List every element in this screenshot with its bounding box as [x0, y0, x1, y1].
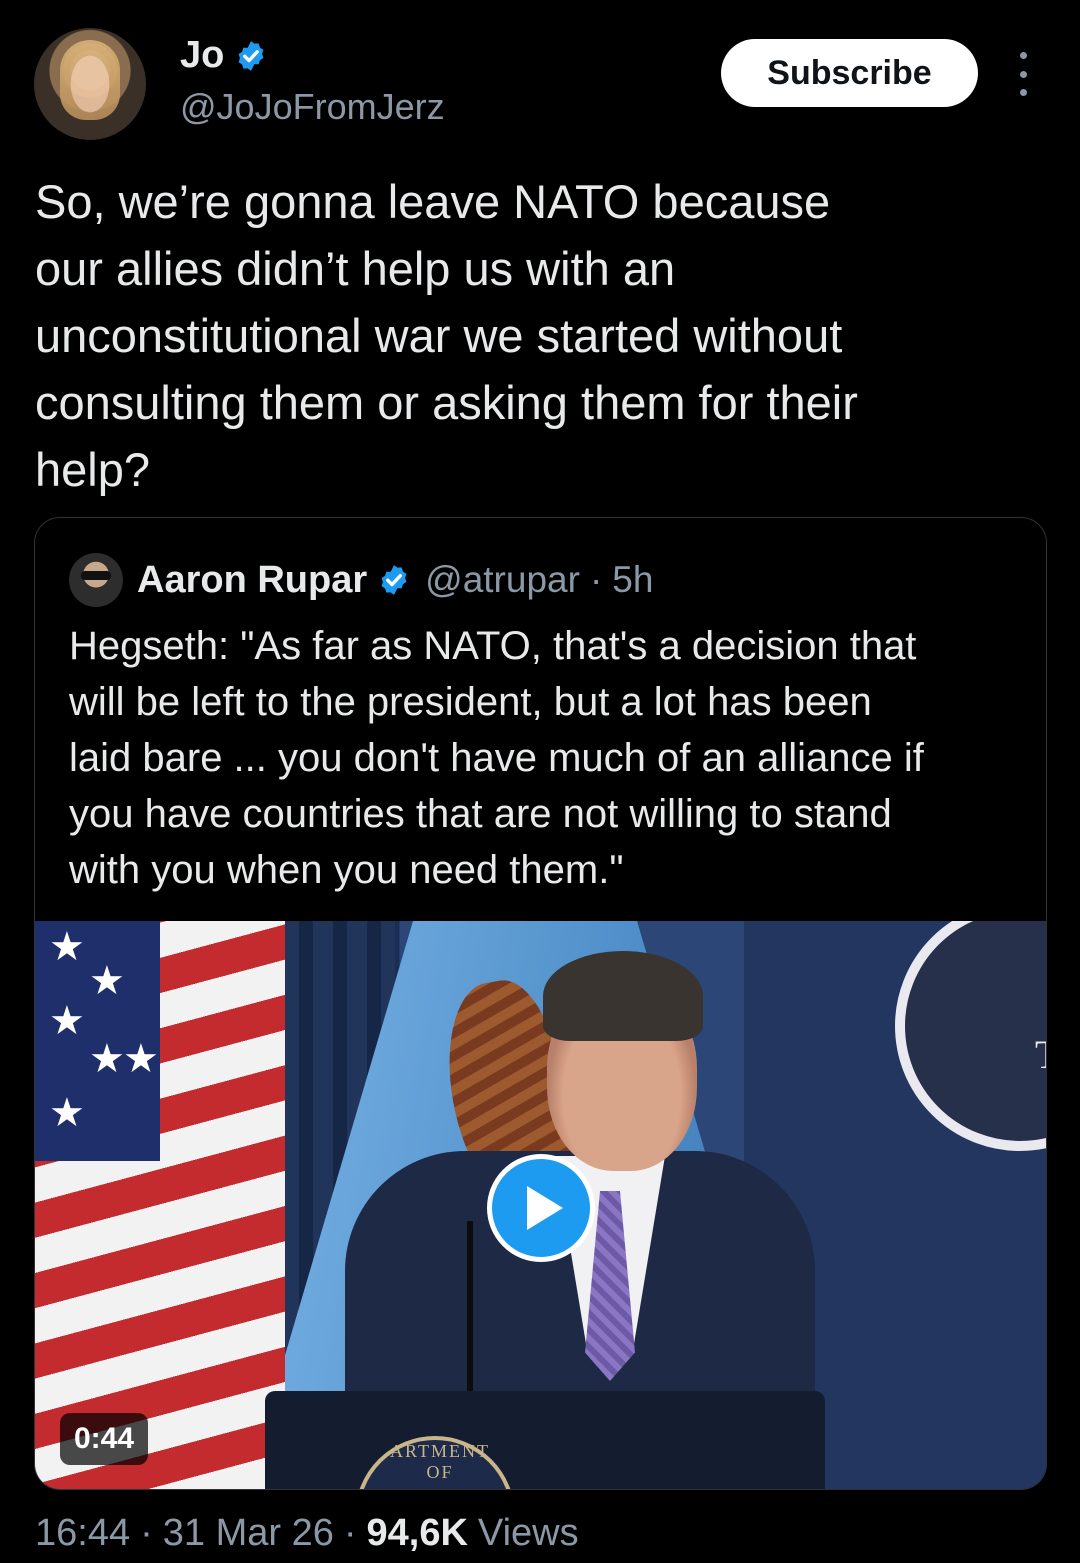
- more-vertical-icon[interactable]: [1006, 52, 1040, 96]
- verified-badge-icon: [238, 40, 264, 71]
- tweet-text-line: So, we’re gonna leave NATO because: [35, 175, 831, 228]
- quoted-author-avatar[interactable]: [69, 553, 123, 607]
- tweet-header: Jo @JoJoFromJerz Subscribe: [0, 0, 1080, 150]
- play-icon: [527, 1186, 563, 1230]
- podium: [265, 1391, 825, 1489]
- wall-seal-text: T: [1035, 1031, 1046, 1078]
- tweet-text-line: consulting them or asking them for their: [35, 376, 858, 429]
- quoted-author-name[interactable]: Aaron Rupar: [137, 559, 367, 602]
- video-player[interactable]: T ★ ★ ★ ★ ★ ★ ARTMENT OF 0:44: [35, 921, 1046, 1489]
- quoted-tweet-header: Aaron Rupar @atrupar · 5h: [69, 552, 653, 608]
- author-handle[interactable]: @JoJoFromJerz: [180, 86, 445, 128]
- separator-dot: ·: [140, 1512, 153, 1554]
- views-count[interactable]: 94,6K: [367, 1512, 468, 1555]
- quoted-text-line: will be left to the president, but a lot…: [69, 680, 872, 724]
- video-duration-badge: 0:44: [60, 1413, 149, 1465]
- separator-dot: ·: [589, 559, 603, 600]
- tweet-text-line: unconstitutional war we started without: [35, 309, 843, 362]
- speaker-hair: [543, 951, 703, 1041]
- tweet-text-line: help?: [35, 443, 150, 496]
- star-icon: ★: [49, 1091, 85, 1135]
- star-icon: ★: [49, 925, 85, 969]
- quoted-text-line: laid bare ... you don't have much of an …: [69, 736, 924, 780]
- subscribe-button[interactable]: Subscribe: [721, 39, 978, 107]
- author-avatar[interactable]: [34, 28, 146, 140]
- quoted-text-line: you have countries that are not willing …: [69, 792, 892, 836]
- tweet-text: So, we’re gonna leave NATO because our a…: [35, 168, 1035, 503]
- star-icon: ★: [49, 999, 85, 1043]
- author-name-row: Jo: [180, 34, 268, 77]
- tweet-meta: 16:44 · 31 Mar 26 · 94,6K Views: [35, 1512, 579, 1555]
- star-icon: ★: [123, 1037, 159, 1081]
- author-name[interactable]: Jo: [180, 34, 224, 77]
- quoted-tweet-time[interactable]: 5h: [612, 559, 653, 601]
- play-button[interactable]: [487, 1154, 595, 1262]
- quoted-tweet-text: Hegseth: "As far as NATO, that's a decis…: [69, 618, 1019, 898]
- views-label: Views: [477, 1512, 579, 1554]
- quoted-text-line: Hegseth: "As far as NATO, that's a decis…: [69, 624, 917, 668]
- star-icon: ★: [89, 1037, 125, 1081]
- quoted-tweet-card[interactable]: Aaron Rupar @atrupar · 5h Hegseth: "As f…: [34, 517, 1047, 1490]
- tweet-text-line: our allies didn’t help us with an: [35, 242, 676, 295]
- separator-dot: ·: [343, 1512, 357, 1554]
- podium-seal-text: ARTMENT OF: [390, 1441, 490, 1482]
- quoted-text-line: with you when you need them.": [69, 848, 624, 892]
- quoted-author-handle[interactable]: @atrupar: [425, 559, 580, 601]
- star-icon: ★: [89, 959, 125, 1003]
- tweet-time[interactable]: 16:44: [35, 1512, 130, 1555]
- verified-badge-icon: [381, 565, 407, 595]
- tweet-date[interactable]: 31 Mar 26: [163, 1512, 334, 1555]
